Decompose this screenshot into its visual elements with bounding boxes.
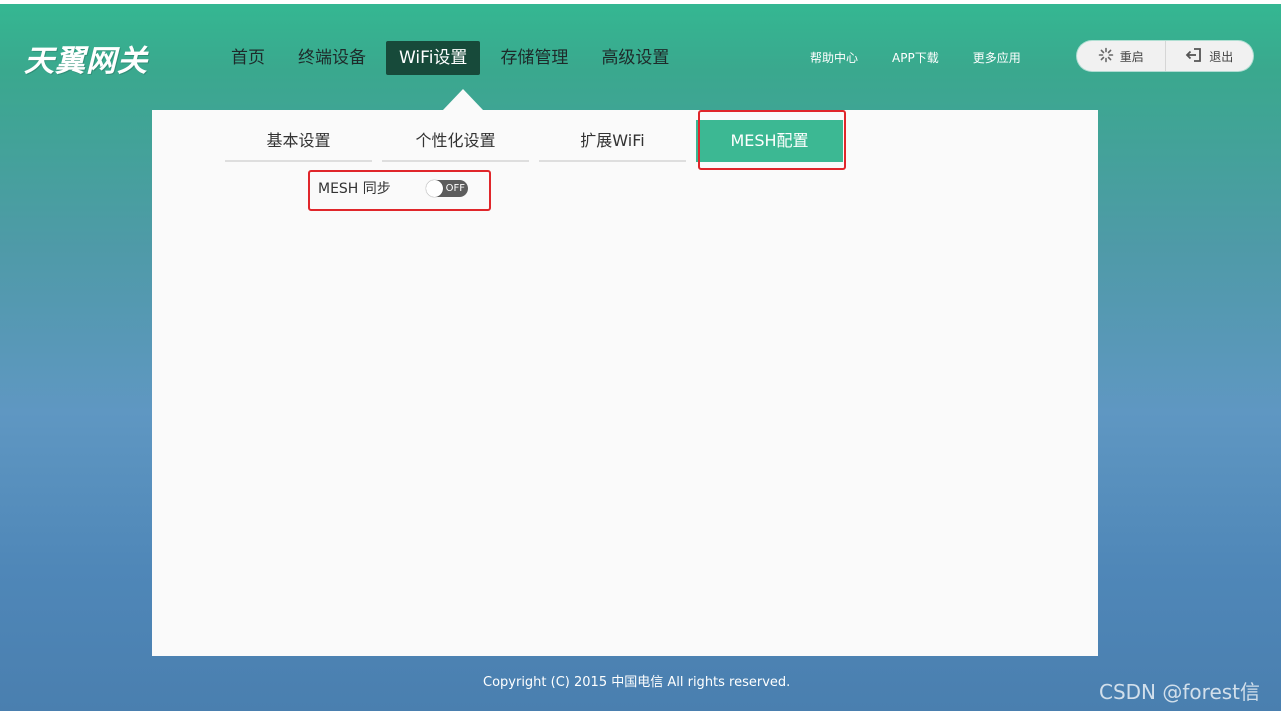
logout-label: 退出 <box>1209 49 1234 64</box>
spinner-icon <box>1098 47 1114 66</box>
copyright-text: Copyright (C) 2015 中国电信 All rights reser… <box>483 675 791 690</box>
mesh-sync-label: MESH 同步 <box>318 181 391 197</box>
top-stripe <box>0 0 1281 4</box>
tab-personalization[interactable]: 个性化设置 <box>382 120 529 162</box>
nav-item-devices[interactable]: 终端设备 <box>285 41 379 75</box>
watermark: CSDN @forest信 <box>1099 680 1261 704</box>
header-actions: 重启 退出 <box>1077 41 1253 71</box>
help-center-link[interactable]: 帮助中心 <box>810 49 858 66</box>
mesh-sync-toggle[interactable]: OFF <box>425 179 468 197</box>
toggle-knob <box>425 179 443 197</box>
tab-basic-settings[interactable]: 基本设置 <box>225 120 372 162</box>
more-apps-link[interactable]: 更多应用 <box>973 49 1021 66</box>
nav-item-storage[interactable]: 存储管理 <box>487 41 581 75</box>
main-nav: 首页 终端设备 WiFi设置 存储管理 高级设置 <box>218 41 689 75</box>
nav-item-advanced[interactable]: 高级设置 <box>588 41 682 75</box>
nav-item-wifi-settings[interactable]: WiFi设置 <box>386 41 481 75</box>
logo: 天翼网关 <box>24 44 148 79</box>
header-links: 帮助中心 APP下载 更多应用 <box>810 49 1021 66</box>
wifi-tabs: 基本设置 个性化设置 扩展WiFi MESH配置 <box>225 120 853 162</box>
restart-button[interactable]: 重启 <box>1077 41 1165 71</box>
tab-extend-wifi[interactable]: 扩展WiFi <box>539 120 686 162</box>
restart-label: 重启 <box>1119 49 1144 64</box>
nav-pointer <box>443 89 483 110</box>
main-panel: 基本设置 个性化设置 扩展WiFi MESH配置 MESH 同步 OFF <box>152 110 1098 656</box>
toggle-state-text: OFF <box>445 182 465 194</box>
mesh-sync-row: MESH 同步 OFF <box>318 178 468 198</box>
nav-item-home[interactable]: 首页 <box>218 41 278 75</box>
tab-mesh-config[interactable]: MESH配置 <box>696 120 843 162</box>
app-download-link[interactable]: APP下载 <box>892 49 939 66</box>
logout-icon <box>1185 47 1203 66</box>
logout-button[interactable]: 退出 <box>1164 41 1254 71</box>
